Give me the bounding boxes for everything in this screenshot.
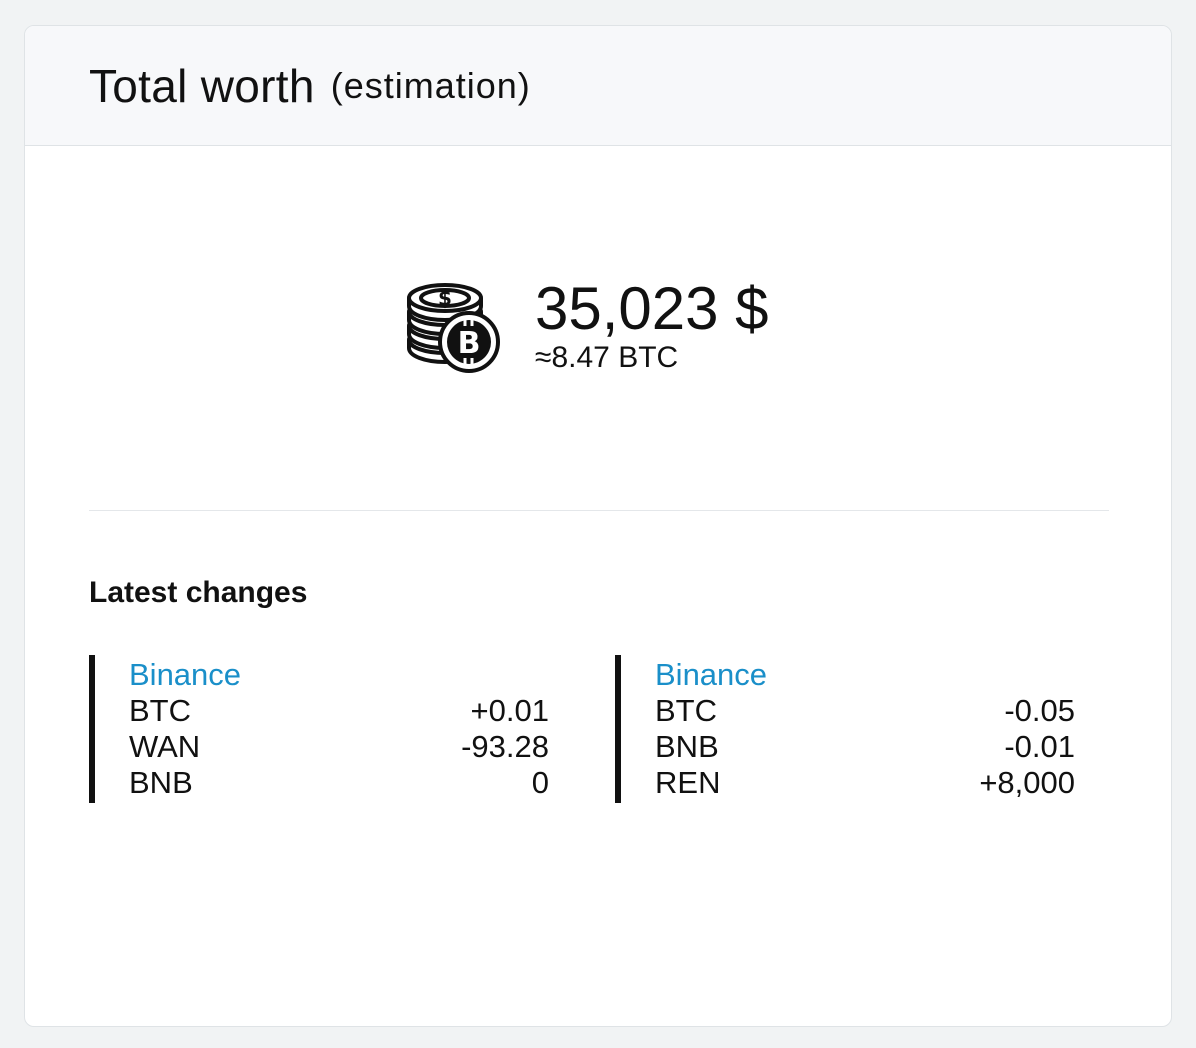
asset-name: BNB (655, 729, 719, 764)
section-divider (89, 510, 1109, 511)
asset-name: BTC (655, 693, 717, 728)
asset-change: -0.01 (1004, 729, 1075, 764)
asset-name: BNB (129, 765, 193, 800)
asset-name: WAN (129, 729, 201, 764)
asset-change: -0.05 (1004, 693, 1075, 728)
exchange-link[interactable]: Binance (129, 657, 549, 693)
svg-text:$: $ (438, 286, 452, 310)
asset-name: BTC (129, 693, 191, 728)
change-row: WAN -93.28 (129, 729, 549, 765)
asset-change: 0 (531, 765, 549, 800)
latest-changes-title: Latest changes (89, 576, 308, 609)
asset-change: +8,000 (979, 765, 1075, 800)
total-worth-btc: ≈8.47 BTC (535, 341, 679, 374)
asset-name: REN (655, 765, 721, 800)
exchange-link[interactable]: Binance (655, 657, 1075, 693)
change-row: REN +8,000 (655, 765, 1075, 801)
change-row: BTC -0.05 (655, 693, 1075, 729)
change-group: Binance BTC -0.05 BNB -0.01 REN +8,000 (615, 655, 1075, 803)
card-header: Total worth (estimation) (25, 26, 1171, 146)
card-title: Total worth (89, 59, 315, 112)
coins-bitcoin-icon: $ B (407, 283, 500, 373)
change-row: BNB -0.01 (655, 729, 1075, 765)
asset-change: +0.01 (470, 693, 549, 728)
change-row: BNB 0 (129, 765, 549, 801)
total-worth-summary: $ B 35,023 $ ≈8.47 BTC (405, 276, 769, 376)
change-group: Binance BTC +0.01 WAN -93.28 BNB 0 (89, 655, 549, 803)
worth-values: 35,023 $ ≈8.47 BTC (535, 277, 769, 375)
asset-change: -93.28 (461, 729, 549, 764)
card-subtitle: (estimation) (330, 64, 531, 106)
total-worth-value: 35,023 $ (535, 275, 769, 342)
change-row: BTC +0.01 (129, 693, 549, 729)
total-worth-card: Total worth (estimation) $ B 35,023 $ ≈8… (24, 25, 1172, 1027)
svg-text:B: B (458, 326, 481, 361)
